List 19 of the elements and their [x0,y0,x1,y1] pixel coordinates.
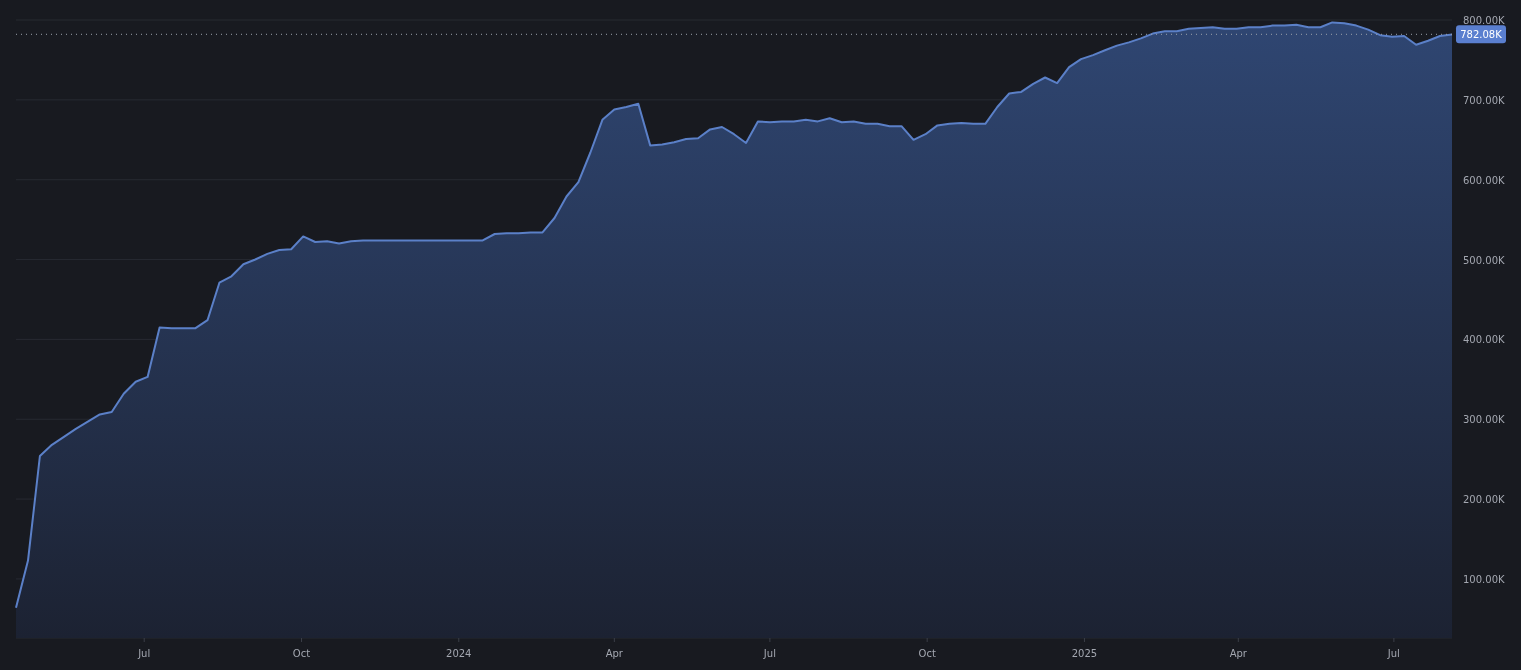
y-axis-label: 800.00K [1463,15,1505,26]
x-axis-label: Jul [763,648,776,659]
x-axis-label: 2025 [1071,648,1098,659]
x-axis-label: Apr [605,648,623,659]
x-axis-label: Apr [1229,648,1247,659]
x-axis-label: Jul [1387,648,1400,659]
x-axis-label: Jul [138,648,151,659]
y-axis-label: 100.00K [1463,573,1505,585]
y-axis-label: 200.00K [1463,494,1505,506]
y-axis-label: 300.00K [1463,414,1505,426]
y-axis-label: 500.00K [1463,254,1505,266]
y-axis-label: 700.00K [1463,94,1505,106]
y-axis-label: 400.00K [1463,334,1505,346]
x-axis-label: 2024 [446,648,472,659]
last-value-badge: 782.08K [1456,25,1506,44]
y-axis-label: 600.00K [1463,174,1505,186]
ref-line-label: 782.08K [1460,29,1503,41]
x-axis-label: Oct [292,648,311,659]
x-axis-label: Oct [918,648,936,659]
